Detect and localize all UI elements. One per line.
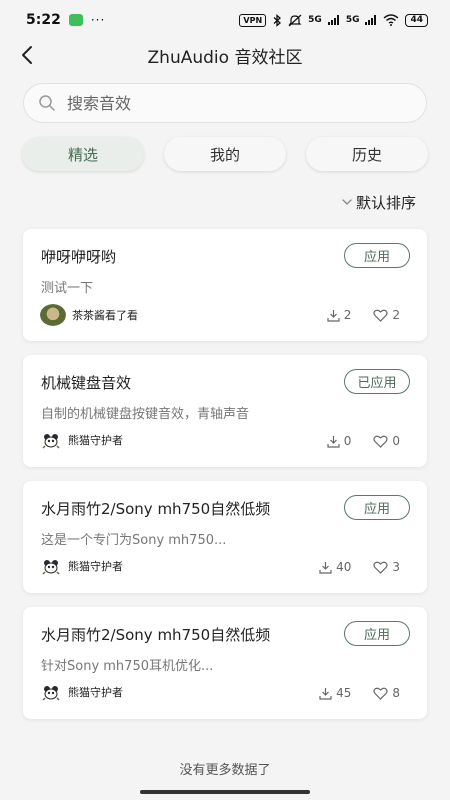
card-stats: 45 8 bbox=[319, 686, 400, 700]
status-right: VPN 5G 5G 44 bbox=[239, 13, 428, 27]
author-name: 熊猫守护者 bbox=[68, 686, 123, 699]
avatar bbox=[40, 304, 66, 326]
heart-icon bbox=[373, 435, 388, 448]
heart-icon bbox=[373, 687, 388, 700]
tab-bar: 精选 我的 历史 bbox=[22, 137, 428, 171]
bluetooth-icon bbox=[273, 13, 282, 27]
search-box[interactable] bbox=[23, 83, 427, 123]
download-icon bbox=[319, 561, 332, 574]
status-time: 5:22 bbox=[26, 12, 61, 28]
end-of-list-text: 没有更多数据了 bbox=[179, 763, 271, 778]
status-left: 5:22 ··· bbox=[26, 12, 105, 28]
like-button[interactable]: 8 bbox=[373, 686, 400, 700]
download-icon bbox=[319, 687, 332, 700]
card-author: 茶茶酱看了看 bbox=[40, 304, 138, 326]
card-author: 熊猫守护者 bbox=[40, 682, 123, 702]
card-stats: 2 2 bbox=[327, 308, 400, 322]
tab-history[interactable]: 历史 bbox=[306, 137, 428, 171]
like-button[interactable]: 3 bbox=[373, 560, 400, 574]
mute-icon bbox=[288, 14, 302, 26]
card-title: 咿呀咿呀哟 bbox=[41, 248, 117, 266]
sort-label: 默认排序 bbox=[355, 193, 416, 212]
heart-icon bbox=[373, 561, 388, 574]
signal-1-icon bbox=[327, 15, 339, 25]
author-name: 熊猫守护者 bbox=[68, 560, 123, 573]
card-stats: 40 3 bbox=[319, 560, 400, 574]
card-description: 测试一下 bbox=[41, 281, 94, 296]
signal-1-label: 5G bbox=[308, 15, 322, 25]
download-icon bbox=[327, 435, 340, 448]
card-title: 水月雨竹2/Sony mh750自然低频 bbox=[41, 500, 271, 518]
panda-avatar-icon bbox=[40, 556, 62, 576]
chevron-down-icon bbox=[342, 199, 352, 205]
back-button[interactable] bbox=[14, 42, 40, 68]
author-name: 熊猫守护者 bbox=[68, 434, 123, 447]
heart-icon bbox=[373, 309, 388, 322]
tab-mine[interactable]: 我的 bbox=[164, 137, 286, 171]
wechat-notification-icon bbox=[68, 14, 83, 26]
status-bar: 5:22 ··· VPN 5G 5G 44 bbox=[0, 0, 450, 40]
panda-avatar-icon bbox=[40, 430, 62, 450]
tab-featured[interactable]: 精选 bbox=[22, 137, 144, 171]
wifi-icon bbox=[384, 14, 399, 26]
battery-indicator: 44 bbox=[405, 13, 428, 27]
card-description: 这是一个专门为Sony mh750... bbox=[41, 533, 227, 548]
download-count: 0 bbox=[327, 434, 351, 448]
nav-bar: ZhuAudio 音效社区 bbox=[0, 40, 450, 70]
sound-effect-card[interactable]: 咿呀咿呀哟 测试一下 应用 茶茶酱看了看 2 2 bbox=[23, 229, 427, 341]
like-button[interactable]: 2 bbox=[373, 308, 400, 322]
download-count: 40 bbox=[319, 560, 351, 574]
chevron-left-icon bbox=[22, 46, 32, 64]
search-input[interactable] bbox=[67, 93, 426, 113]
card-author: 熊猫守护者 bbox=[40, 430, 123, 450]
signal-2-icon bbox=[365, 15, 377, 25]
more-notifications-icon: ··· bbox=[90, 13, 106, 27]
card-author: 熊猫守护者 bbox=[40, 556, 123, 576]
author-name: 茶茶酱看了看 bbox=[72, 309, 138, 322]
card-description: 自制的机械键盘按键音效，青轴声音 bbox=[41, 407, 250, 422]
apply-button[interactable]: 应用 bbox=[344, 243, 410, 268]
page-title: ZhuAudio 音效社区 bbox=[147, 47, 303, 68]
sound-effect-card[interactable]: 水月雨竹2/Sony mh750自然低频 针对Sony mh750耳机优化...… bbox=[23, 607, 427, 719]
download-count: 2 bbox=[327, 308, 351, 322]
home-indicator[interactable] bbox=[140, 790, 310, 794]
card-stats: 0 0 bbox=[327, 434, 400, 448]
sound-effect-card[interactable]: 机械键盘音效 自制的机械键盘按键音效，青轴声音 已应用 熊猫守护者 0 0 bbox=[23, 355, 427, 467]
search-icon bbox=[38, 93, 58, 113]
sound-effect-card[interactable]: 水月雨竹2/Sony mh750自然低频 这是一个专门为Sony mh750..… bbox=[23, 481, 427, 593]
vpn-badge: VPN bbox=[239, 13, 267, 27]
like-button[interactable]: 0 bbox=[373, 434, 400, 448]
card-title: 机械键盘音效 bbox=[41, 374, 132, 392]
signal-2-label: 5G bbox=[345, 15, 360, 25]
download-count: 45 bbox=[319, 686, 351, 700]
applied-button[interactable]: 已应用 bbox=[344, 369, 410, 394]
sort-dropdown[interactable]: 默认排序 bbox=[0, 187, 450, 217]
card-description: 针对Sony mh750耳机优化... bbox=[41, 659, 214, 674]
card-title: 水月雨竹2/Sony mh750自然低频 bbox=[41, 626, 271, 644]
apply-button[interactable]: 应用 bbox=[344, 495, 410, 520]
download-icon bbox=[327, 309, 340, 322]
panda-avatar-icon bbox=[40, 682, 62, 702]
apply-button[interactable]: 应用 bbox=[344, 621, 410, 646]
